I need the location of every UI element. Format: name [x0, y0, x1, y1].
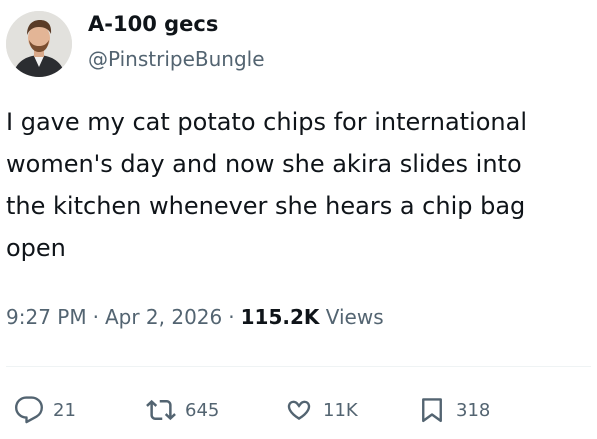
views-label: Views	[325, 305, 384, 329]
reply-button[interactable]: 21	[14, 390, 76, 430]
bookmark-button[interactable]: 318	[417, 390, 490, 430]
author-handle[interactable]: @PinstripeBungle	[88, 47, 265, 71]
divider	[6, 366, 591, 367]
speech-bubble-icon	[14, 395, 44, 425]
tweet-time[interactable]: 9:27 PM	[6, 305, 87, 329]
views-count: 115.2K	[240, 305, 320, 329]
repost-count: 645	[185, 399, 220, 421]
bookmark-icon	[417, 395, 447, 425]
repost-arrows-icon	[146, 395, 176, 425]
author-display-name[interactable]: A-100 gecs	[88, 12, 218, 36]
tweet-date[interactable]: Apr 2, 2026	[105, 305, 222, 329]
action-bar: 21 645 11K 318	[0, 390, 597, 430]
heart-icon	[284, 395, 314, 425]
reply-count: 21	[53, 399, 76, 421]
meta-separator: ·	[228, 305, 235, 329]
avatar[interactable]	[6, 11, 72, 77]
repost-button[interactable]: 645	[146, 390, 219, 430]
tweet-card: A-100 gecs @PinstripeBungle I gave my ca…	[0, 0, 597, 439]
bookmark-count: 318	[456, 399, 491, 421]
meta-separator: ·	[92, 305, 99, 329]
like-button[interactable]: 11K	[284, 390, 358, 430]
tweet-text: I gave my cat potato chips for internati…	[6, 108, 527, 262]
like-count: 11K	[323, 399, 358, 421]
tweet-metadata: 9:27 PM · Apr 2, 2026 · 115.2K Views	[6, 305, 384, 329]
